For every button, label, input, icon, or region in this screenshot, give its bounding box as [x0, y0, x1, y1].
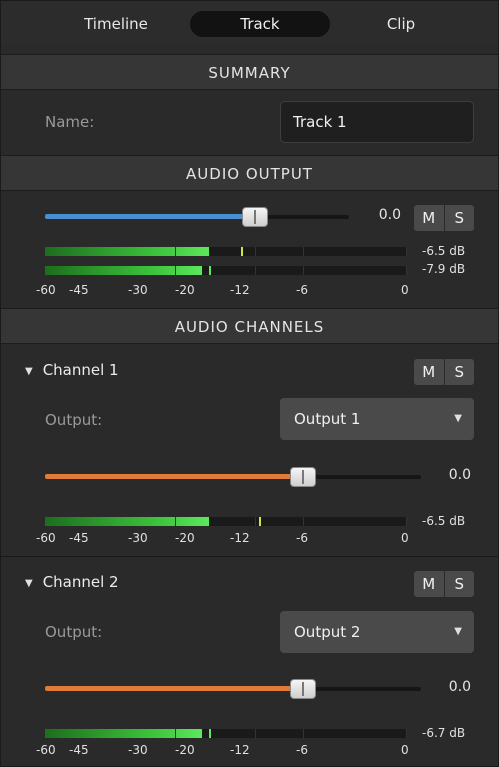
scale-label: 0	[401, 743, 409, 757]
triangle-down-icon: ▼	[25, 366, 33, 377]
scale-label: -6	[296, 743, 308, 757]
scale-label: -60	[36, 283, 56, 297]
scale-label: -30	[128, 531, 148, 545]
output-mute-button[interactable]: M	[414, 205, 444, 231]
scale-label: -6	[296, 531, 308, 545]
track-name-field[interactable]: Track 1	[280, 101, 474, 143]
summary-header[interactable]: SUMMARY	[1, 54, 498, 90]
scale-label: -12	[230, 531, 250, 545]
channel-1-output-dropdown[interactable]: Output 1 ▼	[280, 398, 474, 440]
output-volume-thumb[interactable]	[242, 207, 268, 227]
channel-1-solo-button[interactable]: S	[443, 359, 475, 385]
scale-label: -12	[230, 743, 250, 757]
scale-label: -45	[69, 531, 89, 545]
channel-1-meter	[45, 517, 407, 526]
output-mute-solo: M S	[414, 205, 474, 231]
channel-1-mute-solo: M S	[414, 359, 474, 385]
channel-1-meter-db: -6.5 dB	[422, 514, 466, 528]
channel-2-mute-button[interactable]: M	[414, 571, 444, 597]
channel-1-toggle[interactable]: ▼ Channel 1	[25, 361, 119, 379]
channel-2-name: Channel 2	[42, 573, 119, 591]
output-solo-button[interactable]: S	[443, 205, 475, 231]
channel-2-volume-thumb[interactable]	[290, 679, 316, 699]
channel-1-volume-thumb[interactable]	[290, 467, 316, 487]
scale-label: -30	[128, 743, 148, 757]
audio-channels-header[interactable]: AUDIO CHANNELS	[1, 308, 498, 344]
output-volume-value: 0.0	[378, 207, 401, 223]
channel-2-output-dropdown[interactable]: Output 2 ▼	[280, 611, 474, 653]
inspector-tabs: Timeline Track Clip	[1, 1, 498, 45]
channel-2-mute-solo: M S	[414, 571, 474, 597]
output-volume-fill	[45, 214, 255, 219]
audio-output-header[interactable]: AUDIO OUTPUT	[1, 155, 498, 191]
channel-1-mute-button[interactable]: M	[414, 359, 444, 385]
scale-label: -20	[175, 531, 195, 545]
scale-label: -30	[128, 283, 148, 297]
tab-clip[interactable]: Clip	[346, 11, 456, 37]
channel-2-output-value: Output 2	[294, 623, 361, 641]
caret-down-icon: ▼	[454, 626, 462, 637]
channel-1-output-label: Output:	[45, 411, 103, 429]
channel-2-volume-value: 0.0	[448, 679, 471, 695]
output-meter-left-db: -6.5 dB	[422, 244, 466, 258]
channel-1-volume-value: 0.0	[448, 467, 471, 483]
channel-1-volume-fill	[45, 474, 301, 479]
channel-2-solo-button[interactable]: S	[443, 571, 475, 597]
scale-label: -60	[36, 743, 56, 757]
channel-1-name: Channel 1	[42, 361, 119, 379]
scale-label: -60	[36, 531, 56, 545]
triangle-down-icon: ▼	[25, 578, 33, 589]
channel-2-toggle[interactable]: ▼ Channel 2	[25, 573, 119, 591]
channel-1-output-value: Output 1	[294, 410, 361, 428]
output-meter-right	[45, 266, 407, 275]
track-inspector-panel: Timeline Track Clip SUMMARY Name: Track …	[0, 0, 499, 767]
scale-label: -20	[175, 283, 195, 297]
output-meter-left	[45, 247, 407, 256]
channel-2-meter-db: -6.7 dB	[422, 726, 466, 740]
scale-label: 0	[401, 283, 409, 297]
tab-timeline[interactable]: Timeline	[61, 11, 171, 37]
scale-label: -12	[230, 283, 250, 297]
output-meter-right-db: -7.9 dB	[422, 262, 466, 276]
channel-separator	[1, 556, 498, 557]
scale-label: -45	[69, 283, 89, 297]
name-label: Name:	[45, 113, 95, 131]
scale-label: -6	[296, 283, 308, 297]
tab-track[interactable]: Track	[190, 11, 330, 37]
channel-2-output-label: Output:	[45, 623, 103, 641]
scale-label: -20	[175, 743, 195, 757]
channel-2-meter	[45, 729, 407, 738]
caret-down-icon: ▼	[454, 413, 462, 424]
scale-label: -45	[69, 743, 89, 757]
channel-2-volume-fill	[45, 686, 301, 691]
scale-label: 0	[401, 531, 409, 545]
